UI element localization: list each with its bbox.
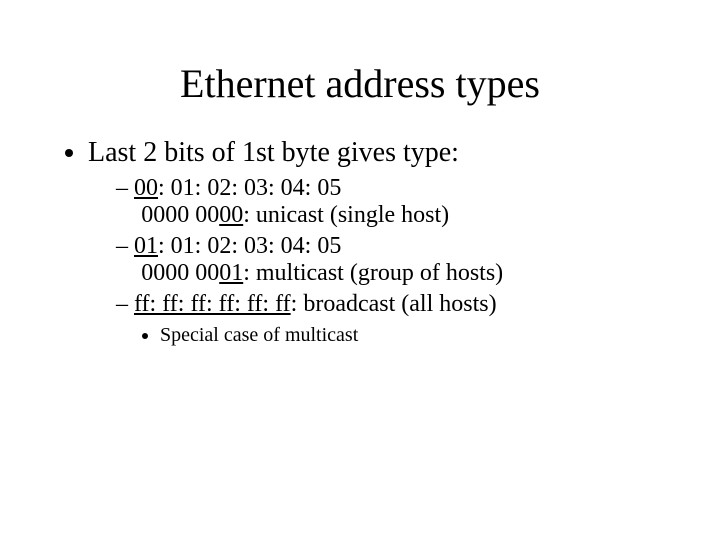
slide-title: Ethernet address types [60,60,660,107]
address-prefix: 01 [134,233,158,259]
address-rest: : 01: 02: 03: 04: 05 [158,233,341,259]
type-description: : multicast (group of hosts) [243,260,503,286]
continuation-line: 0000 0000: unicast (single host) [141,202,660,229]
binary-prefix: 0000 00 [141,260,219,286]
bullet-list-level1: Last 2 bits of 1st byte gives type: 00: … [88,137,660,347]
type-description: : unicast (single host) [243,202,449,228]
bullet-list-level2: 00: 01: 02: 03: 04: 05 0000 0000: unicas… [116,175,660,347]
binary-prefix: 0000 00 [141,202,219,228]
continuation-line: 0000 0001: multicast (group of hosts) [141,260,660,287]
list-item: 00: 01: 02: 03: 04: 05 0000 0000: unicas… [116,175,660,229]
binary-suffix: 00 [219,202,243,228]
list-item: ff: ff: ff: ff: ff: ff: broadcast (all h… [116,291,660,347]
bullet-text: Last 2 bits of 1st byte gives type: [88,137,459,168]
bullet-list-level3: Special case of multicast [160,324,660,347]
address-rest: : 01: 02: 03: 04: 05 [158,175,341,201]
list-item: Last 2 bits of 1st byte gives type: 00: … [88,137,660,347]
list-item: Special case of multicast [160,324,660,347]
type-description: : broadcast (all hosts) [291,291,497,317]
slide: Ethernet address types Last 2 bits of 1s… [0,0,720,540]
binary-suffix: 01 [219,260,243,286]
sub-bullet-text: Special case of multicast [160,324,358,346]
address-full: ff: ff: ff: ff: ff: ff [134,291,291,317]
list-item: 01: 01: 02: 03: 04: 05 0000 0001: multic… [116,233,660,287]
address-prefix: 00 [134,175,158,201]
